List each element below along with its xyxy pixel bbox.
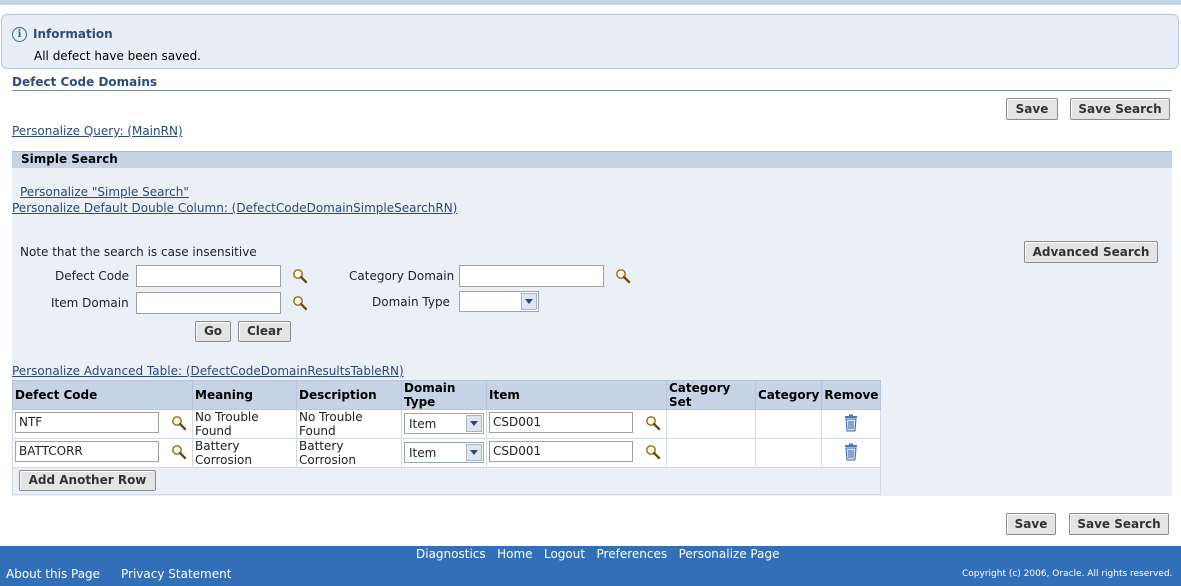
trash-icon[interactable] [843,414,859,432]
chevron-down-icon [466,415,482,432]
defect-code-input[interactable] [136,265,281,287]
info-message-title: Information [33,27,113,41]
item-row-input[interactable]: CSD001 [489,412,633,433]
case-insensitive-note: Note that the search is case insensitive [20,245,257,259]
save-button-top[interactable]: Save [1006,98,1058,120]
column-header-category-set: Category Set [666,380,756,410]
footer-link-home[interactable]: Home [497,547,532,561]
row-domain-type-select[interactable]: Item [404,413,484,434]
category-domain-label: Category Domain [349,269,455,283]
page-title: Defect Code Domains [12,75,158,89]
row-domain-type-selected: Item [409,446,437,460]
trash-icon[interactable] [843,443,859,461]
save-search-button-bottom[interactable]: Save Search [1069,513,1169,535]
clear-button[interactable]: Clear [238,321,291,342]
category-domain-search-icon[interactable] [615,268,631,284]
defect-code-row-input[interactable]: NTF [15,412,159,433]
domain-type-select[interactable] [459,291,539,312]
footer-link-logout[interactable]: Logout [544,547,585,561]
defect-code-search-icon[interactable] [292,268,308,284]
footer-link-diagnostics[interactable]: Diagnostics [416,547,486,561]
column-header-defect-code: Defect Code [12,380,193,410]
meaning-cell: Battery Corrosion [192,438,297,468]
description-cell: No Trouble Found [296,409,402,439]
info-message-text: All defect have been saved. [34,49,201,63]
item-domain-search-icon[interactable] [292,295,308,311]
footer-link-personalize-page[interactable]: Personalize Page [679,547,780,561]
results-table: Defect Code Meaning Description Domain T… [11,380,882,495]
domain-type-cell: Item [401,409,487,439]
category-domain-input[interactable] [459,265,604,287]
table-header-row: Defect Code Meaning Description Domain T… [12,380,882,410]
simple-search-header [12,151,1172,168]
privacy-statement-link[interactable]: Privacy Statement [121,567,231,581]
title-divider [12,90,1172,91]
category-cell [754,438,823,468]
copyright-text: Copyright (c) 2006, Oracle. All rights r… [962,569,1173,579]
add-row-cell: Add Another Row [11,467,882,495]
item-row-search-icon[interactable] [645,415,661,431]
column-header-domain-type: Domain Type [401,380,487,410]
description-cell: Battery Corrosion [296,438,402,468]
chevron-down-icon [466,444,482,461]
column-header-meaning: Meaning [192,380,297,410]
go-button[interactable]: Go [195,321,231,342]
category-cell [754,409,823,439]
item-cell: CSD001 [486,438,667,468]
personalize-double-column-link[interactable]: Personalize Default Double Column: (Defe… [12,201,457,215]
simple-search-title: Simple Search [21,152,118,166]
footer-link-preferences[interactable]: Preferences [597,547,668,561]
advanced-search-button[interactable]: Advanced Search [1024,241,1158,263]
chevron-down-icon [521,293,537,310]
personalize-query-link[interactable]: Personalize Query: (MainRN) [12,124,183,138]
category-set-cell [666,438,756,468]
personalize-table-link[interactable]: Personalize Advanced Table: (DefectCodeD… [12,364,404,378]
meaning-cell: No Trouble Found [192,409,297,439]
item-row-input[interactable]: CSD001 [489,441,633,462]
column-header-remove: Remove [821,380,882,410]
footer-links: Diagnostics Home Logout Preferences Pers… [416,547,779,561]
domain-type-label: Domain Type [372,295,450,309]
column-header-item: Item [486,380,667,410]
domain-type-cell: Item [401,438,487,468]
table-row: BATTCORR Battery Corrosion Battery Corro… [12,438,882,468]
remove-cell [821,438,882,468]
category-set-cell [666,409,756,439]
item-row-search-icon[interactable] [645,444,661,460]
personalize-simple-search-link[interactable]: Personalize "Simple Search" [20,185,189,199]
remove-cell [821,409,882,439]
defect-code-label: Defect Code [55,269,130,283]
row-domain-type-select[interactable]: Item [404,442,484,463]
defect-code-row-search-icon[interactable] [171,444,187,460]
row-domain-type-selected: Item [409,417,437,431]
save-button-bottom[interactable]: Save [1006,513,1056,535]
item-domain-input[interactable] [136,292,281,314]
save-search-button-top[interactable]: Save Search [1070,98,1170,120]
add-another-row-button[interactable]: Add Another Row [19,470,156,491]
defect-code-cell: BATTCORR [12,438,193,468]
info-icon: i [12,27,27,42]
defect-code-row-input[interactable]: BATTCORR [15,441,159,462]
item-domain-label: Item Domain [51,296,129,310]
column-header-category: Category [754,380,823,410]
add-row-footer: Add Another Row [11,467,882,495]
column-header-description: Description [296,380,402,410]
item-cell: CSD001 [486,409,667,439]
defect-code-row-search-icon[interactable] [171,415,187,431]
about-page-link[interactable]: About this Page [6,567,100,581]
table-row: NTF No Trouble Found No Trouble Found It… [12,409,882,439]
top-accent-bar [0,0,1181,5]
defect-code-cell: NTF [12,409,193,439]
